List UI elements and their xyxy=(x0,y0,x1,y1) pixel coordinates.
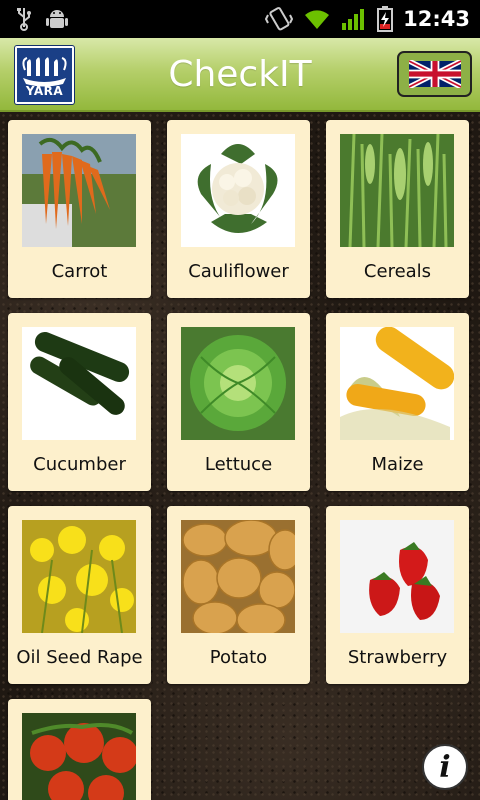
cucumber-image xyxy=(22,327,136,440)
crop-label: Strawberry xyxy=(347,647,448,668)
crop-tile-tomato[interactable] xyxy=(8,699,151,800)
maize-image xyxy=(340,327,454,440)
crop-tile-cauliflower[interactable]: Cauliflower xyxy=(167,120,310,298)
usb-icon xyxy=(16,7,32,31)
potato-image xyxy=(181,520,295,633)
cereals-image xyxy=(340,134,454,247)
crop-tile-oil-seed-rape[interactable]: Oil Seed Rape xyxy=(8,506,151,684)
crop-tile-cereals[interactable]: Cereals xyxy=(326,120,469,298)
vibrate-icon xyxy=(265,5,294,33)
carrot-image xyxy=(22,134,136,247)
battery-charging-icon xyxy=(377,6,394,32)
crop-tile-strawberry[interactable]: Strawberry xyxy=(326,506,469,684)
tomato-image xyxy=(22,713,136,800)
lettuce-image xyxy=(181,327,295,440)
status-bar: 12:43 xyxy=(0,0,480,38)
crop-tile-cucumber[interactable]: Cucumber xyxy=(8,313,151,491)
signal-icon xyxy=(341,7,367,31)
crop-tile-potato[interactable]: Potato xyxy=(167,506,310,684)
info-icon: i xyxy=(439,749,451,785)
crop-tile-lettuce[interactable]: Lettuce xyxy=(167,313,310,491)
strawberry-image xyxy=(340,520,454,633)
crop-label: Carrot xyxy=(51,261,108,282)
uk-flag-icon xyxy=(408,60,461,88)
android-debug-icon xyxy=(46,7,68,31)
cauliflower-image xyxy=(181,134,295,247)
crop-label: Maize xyxy=(371,454,424,475)
crop-label: Cucumber xyxy=(33,454,126,475)
crop-label: Cereals xyxy=(363,261,432,282)
crop-tile-maize[interactable]: Maize xyxy=(326,313,469,491)
crop-label: Potato xyxy=(209,647,268,668)
app-header: YARA CheckIT xyxy=(0,38,480,112)
crop-label: Lettuce xyxy=(204,454,273,475)
clock: 12:43 xyxy=(403,7,470,31)
language-button[interactable] xyxy=(397,51,472,97)
wifi-icon xyxy=(303,7,331,31)
crop-label: Oil Seed Rape xyxy=(16,647,143,668)
crop-tile-carrot[interactable]: Carrot xyxy=(8,120,151,298)
info-button[interactable]: i xyxy=(422,744,468,790)
oil-seed-rape-image xyxy=(22,520,136,633)
crop-label: Cauliflower xyxy=(188,261,289,282)
